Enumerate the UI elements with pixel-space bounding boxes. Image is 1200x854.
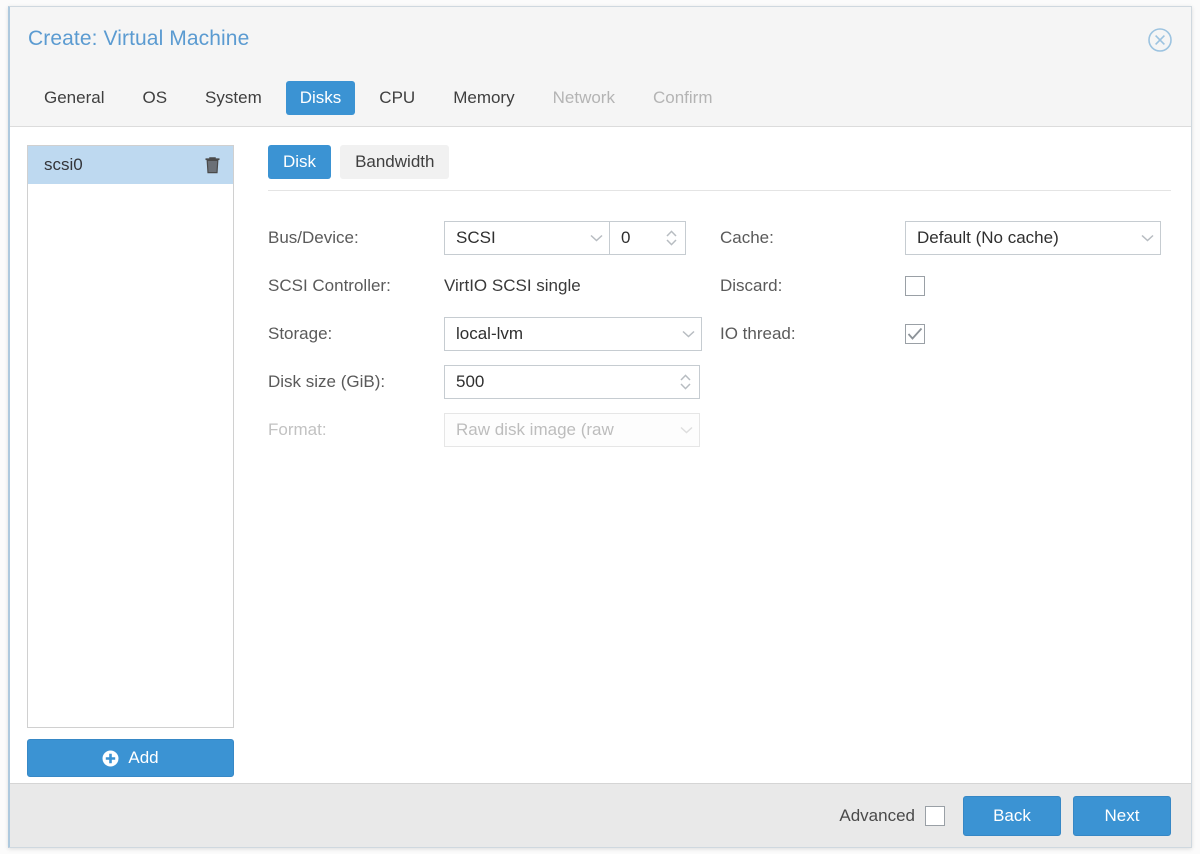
- advanced-toggle[interactable]: Advanced: [839, 806, 945, 826]
- dialog-header: Create: Virtual Machine: [10, 7, 1191, 69]
- chevron-down-icon: [675, 318, 701, 350]
- format-select: Raw disk image (raw: [444, 413, 700, 447]
- create-vm-dialog: Create: Virtual Machine General OS Syste…: [8, 6, 1192, 848]
- tab-disks[interactable]: Disks: [286, 81, 356, 115]
- device-list[interactable]: scsi0: [27, 145, 234, 728]
- field-format: Format: Raw disk image (raw: [268, 406, 720, 454]
- dialog-body: scsi0 Add: [10, 127, 1191, 783]
- scsi-controller-label: SCSI Controller:: [268, 276, 444, 296]
- device-label: scsi0: [44, 155, 204, 175]
- discard-checkbox[interactable]: [905, 276, 925, 296]
- spinner-icon[interactable]: [671, 366, 699, 398]
- disk-form: Bus/Device: SCSI 0: [268, 191, 1171, 454]
- dialog-footer: Advanced Back Next: [10, 783, 1191, 847]
- field-cache: Cache: Default (No cache): [720, 214, 1180, 262]
- cache-value: Default (No cache): [906, 228, 1134, 248]
- device-number-value: 0: [610, 228, 657, 248]
- trash-icon[interactable]: [204, 156, 221, 174]
- subtab-disk[interactable]: Disk: [268, 145, 331, 179]
- disk-panel: Disk Bandwidth Bus/Device: SCSI: [242, 145, 1191, 783]
- field-io-thread: IO thread:: [720, 310, 1180, 358]
- bus-select[interactable]: SCSI: [444, 221, 610, 255]
- field-storage: Storage: local-lvm: [268, 310, 720, 358]
- tab-confirm: Confirm: [639, 81, 727, 115]
- tab-network: Network: [539, 81, 629, 115]
- io-thread-checkbox[interactable]: [905, 324, 925, 344]
- cache-label: Cache:: [720, 228, 905, 248]
- form-right-column: Cache: Default (No cache) Discard:: [720, 214, 1180, 454]
- field-discard: Discard:: [720, 262, 1180, 310]
- bus-value: SCSI: [445, 228, 583, 248]
- format-label: Format:: [268, 420, 444, 440]
- list-item[interactable]: scsi0: [28, 146, 233, 184]
- form-left-column: Bus/Device: SCSI 0: [268, 214, 720, 454]
- io-thread-label: IO thread:: [720, 324, 905, 344]
- close-icon[interactable]: [1147, 27, 1173, 53]
- page-title: Create: Virtual Machine: [28, 27, 249, 51]
- tab-memory[interactable]: Memory: [439, 81, 528, 115]
- add-disk-label: Add: [128, 748, 158, 768]
- advanced-label: Advanced: [839, 806, 915, 826]
- chevron-down-icon: [583, 222, 609, 254]
- chevron-down-icon: [673, 414, 699, 446]
- chevron-down-icon: [1134, 222, 1160, 254]
- storage-select[interactable]: local-lvm: [444, 317, 702, 351]
- storage-label: Storage:: [268, 324, 444, 344]
- scsi-controller-value: VirtIO SCSI single: [444, 276, 581, 296]
- disk-size-value: 500: [445, 372, 671, 392]
- check-icon: [907, 327, 923, 341]
- next-button[interactable]: Next: [1073, 796, 1171, 836]
- advanced-checkbox[interactable]: [925, 806, 945, 826]
- tab-system[interactable]: System: [191, 81, 276, 115]
- disk-subtabs: Disk Bandwidth: [268, 145, 1171, 191]
- disk-size-label: Disk size (GiB):: [268, 372, 444, 392]
- add-disk-button[interactable]: Add: [27, 739, 234, 777]
- tab-cpu[interactable]: CPU: [365, 81, 429, 115]
- storage-value: local-lvm: [445, 324, 675, 344]
- main-tabbar: General OS System Disks CPU Memory Netwo…: [10, 69, 1191, 127]
- spinner-icon[interactable]: [657, 222, 685, 254]
- disk-size-stepper[interactable]: 500: [444, 365, 700, 399]
- tab-general[interactable]: General: [30, 81, 118, 115]
- field-disk-size: Disk size (GiB): 500: [268, 358, 720, 406]
- device-sidebar: scsi0 Add: [10, 145, 242, 783]
- field-bus-device: Bus/Device: SCSI 0: [268, 214, 720, 262]
- tab-os[interactable]: OS: [128, 81, 181, 115]
- format-value: Raw disk image (raw: [445, 420, 673, 440]
- discard-label: Discard:: [720, 276, 905, 296]
- plus-circle-icon: [102, 750, 119, 767]
- field-scsi-controller: SCSI Controller: VirtIO SCSI single: [268, 262, 720, 310]
- subtab-bandwidth[interactable]: Bandwidth: [340, 145, 449, 179]
- bus-device-label: Bus/Device:: [268, 228, 444, 248]
- back-button[interactable]: Back: [963, 796, 1061, 836]
- cache-select[interactable]: Default (No cache): [905, 221, 1161, 255]
- device-number-stepper[interactable]: 0: [610, 221, 686, 255]
